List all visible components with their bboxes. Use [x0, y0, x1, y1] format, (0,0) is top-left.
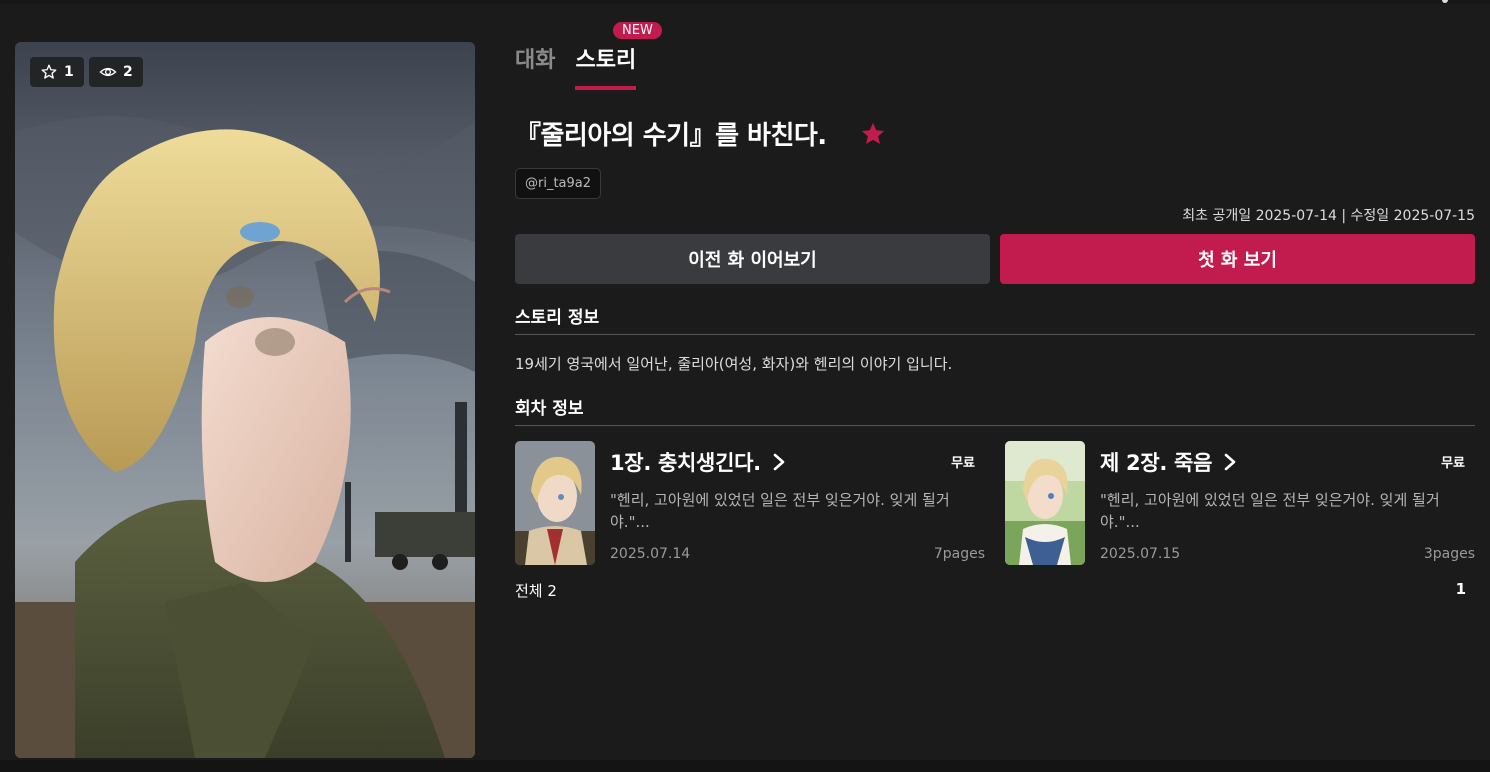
star-filled-icon[interactable] [859, 120, 887, 148]
pagination-page-1[interactable]: 1 [1456, 580, 1466, 598]
story-synopsis: 19세기 영국에서 일어난, 줄리아(여성, 화자)와 헨리의 이야기 입니다. [515, 355, 953, 373]
continue-previous-button[interactable]: 이전 화 이어보기 [515, 234, 990, 284]
episode-title-text: 제 2장. 죽음 [1100, 451, 1213, 475]
chevron-right-icon [773, 453, 785, 471]
episode-description: "헨리, 고아원에 있었던 일은 전부 잊은거야. 잊게 될거야."... [1100, 491, 1440, 531]
episode-title: 제 2장. 죽음 [1100, 447, 1238, 477]
view-count: 2 [123, 64, 133, 80]
story-info-heading: 스토리 정보 [515, 308, 600, 328]
episode-thumbnail [515, 441, 595, 565]
divider [515, 334, 1475, 335]
view-first-episode-button[interactable]: 첫 화 보기 [1000, 234, 1475, 284]
cover-illustration [15, 42, 475, 758]
divider [515, 425, 1475, 426]
publish-dates: 최초 공개일 2025-07-14 | 수정일 2025-07-15 [1182, 208, 1475, 224]
episodes-heading: 회차 정보 [515, 399, 584, 419]
episode-price: 무료 [1441, 456, 1465, 471]
episode-pages: 7pages [933, 546, 985, 562]
story-title-row: 『줄리아의 수기』를 바친다. [515, 115, 887, 152]
episode-thumbnail-image [1005, 441, 1085, 565]
view-count-badge: 2 [89, 57, 143, 87]
author-tag[interactable]: @ri_ta9a2 [515, 168, 602, 199]
star-outline-icon [41, 64, 57, 79]
eye-icon [99, 67, 117, 77]
star-count-badge: 1 [30, 57, 84, 87]
tab-story[interactable]: 스토리 [575, 42, 637, 90]
episode-total-count: 전체 2 [515, 582, 557, 600]
episode-pages: 3pages [1423, 546, 1475, 562]
content-tabs: 대화 스토리 [515, 42, 637, 90]
episode-date: 2025.07.14 [610, 546, 691, 562]
episode-date: 2025.07.15 [1100, 546, 1181, 562]
bottom-bar [0, 760, 1490, 772]
episode-thumbnail-image [515, 441, 595, 565]
story-title: 『줄리아의 수기』를 바친다. [515, 121, 827, 151]
episode-description: "헨리, 고아원에 있었던 일은 전부 잊은거야. 잊게 될거야."... [610, 491, 950, 531]
story-cover-image: 1 2 [15, 42, 475, 758]
new-badge: NEW [613, 22, 662, 39]
episode-title: 1장. 충치생긴다. [610, 447, 787, 477]
star-count: 1 [64, 64, 74, 80]
episode-price: 무료 [951, 456, 975, 471]
episode-thumbnail [1005, 441, 1085, 565]
chevron-right-icon [1224, 453, 1236, 471]
episode-card[interactable]: 1장. 충치생긴다. 무료 "헨리, 고아원에 있었던 일은 전부 잊은거야. … [515, 441, 985, 567]
episode-card[interactable]: 제 2장. 죽음 무료 "헨리, 고아원에 있었던 일은 전부 잊은거야. 잊게… [1005, 441, 1475, 567]
episode-title-text: 1장. 충치생긴다. [610, 451, 761, 475]
tab-chat[interactable]: 대화 [515, 42, 555, 90]
top-bar [0, 0, 1490, 4]
